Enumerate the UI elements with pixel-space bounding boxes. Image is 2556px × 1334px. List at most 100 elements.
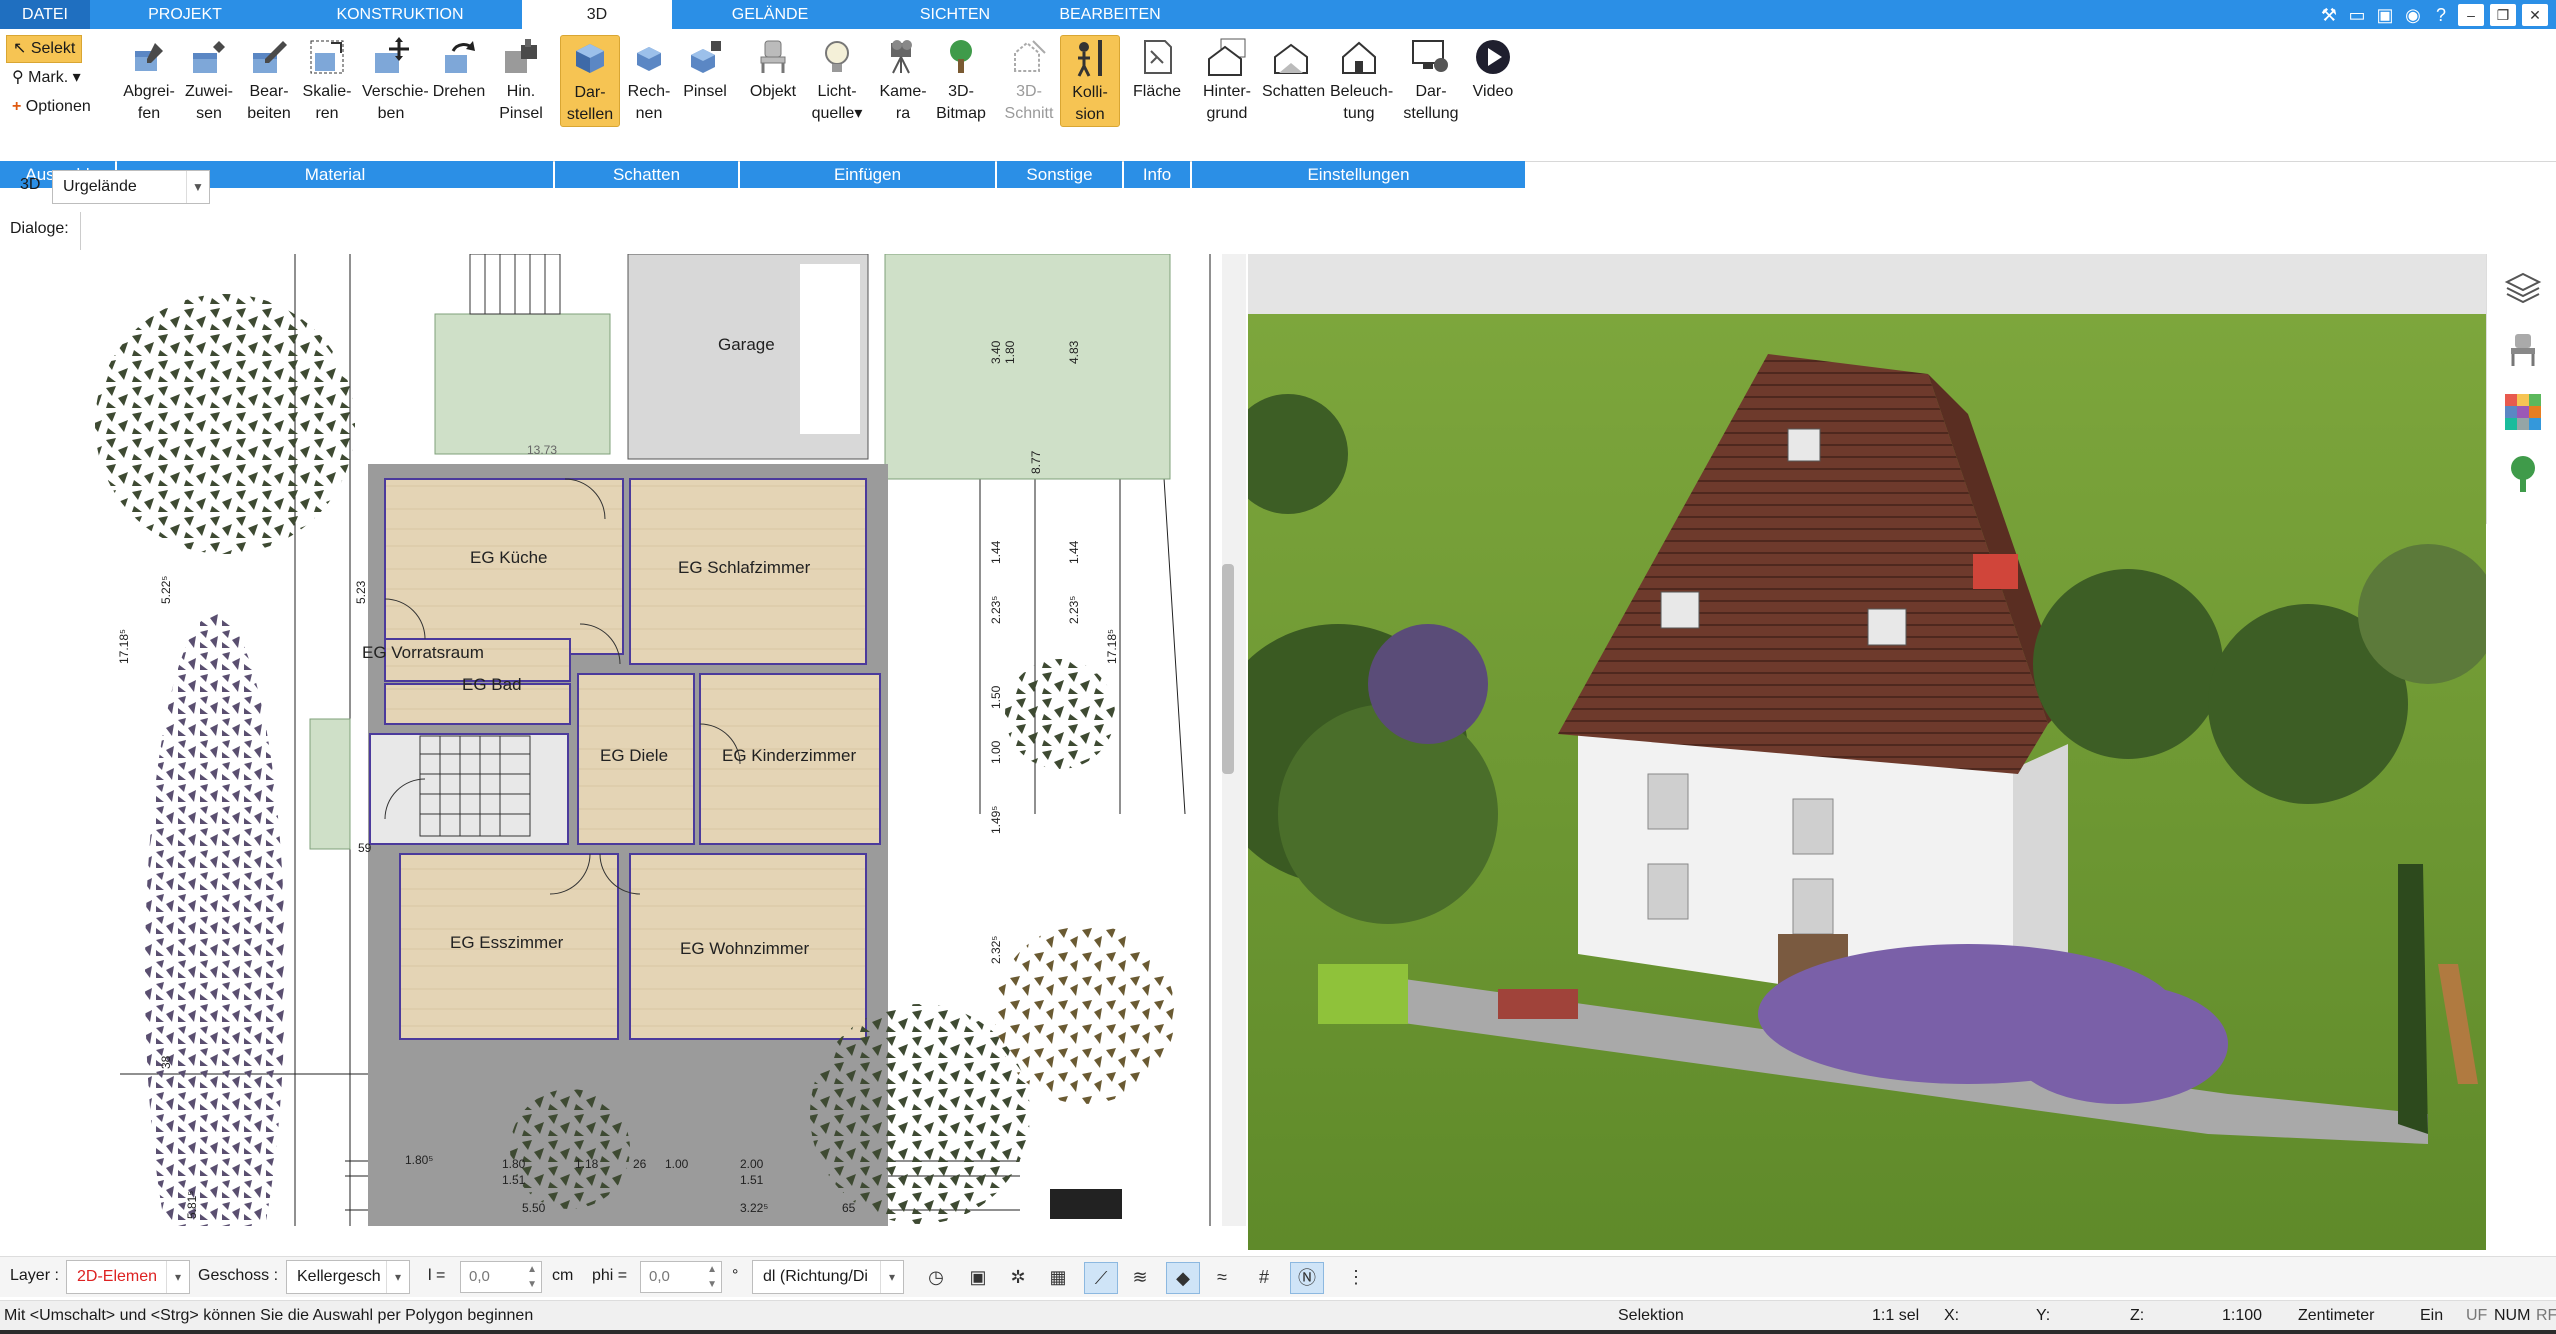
- status-selection: 1:1 sel: [1872, 1307, 1920, 1324]
- zuweisen-button[interactable]: Zuwei-sen: [180, 35, 238, 125]
- plan-vscroll-thumb[interactable]: [1222, 564, 1234, 774]
- svg-text:8.77: 8.77: [1029, 450, 1043, 474]
- snap-line-icon[interactable]: ⟋: [1084, 1262, 1118, 1294]
- monitor-icon[interactable]: ▣: [962, 1262, 994, 1292]
- mark-button[interactable]: ⚲ Mark. ▾: [6, 65, 87, 91]
- layers-icon[interactable]: [2503, 268, 2543, 308]
- garage-door: [800, 264, 860, 434]
- lichtquelle-button[interactable]: Licht-quelle▾: [808, 35, 866, 125]
- brain-icon[interactable]: ✲: [1002, 1262, 1034, 1292]
- svg-text:3.40: 3.40: [989, 340, 1003, 364]
- drehen-button[interactable]: Drehen: [430, 35, 488, 103]
- tools-icon[interactable]: ⚒: [2318, 4, 2340, 26]
- grid-icon[interactable]: #: [1248, 1262, 1280, 1292]
- help-icon[interactable]: ?: [2430, 4, 2452, 26]
- monitor-gear-icon: [1412, 40, 1448, 72]
- degree-unit: °: [732, 1267, 739, 1284]
- collision-icon: [1077, 40, 1102, 77]
- cube-calc-icon: [637, 47, 661, 71]
- label-vorratsraum: EG Vorratsraum: [362, 643, 484, 662]
- plane-icon[interactable]: ◆: [1166, 1262, 1200, 1294]
- layer-select[interactable]: 2D-Elemen ▾: [66, 1260, 190, 1294]
- status-hint: Mit <Umschalt> und <Strg> können Sie die…: [4, 1307, 534, 1324]
- svg-text:26: 26: [633, 1157, 647, 1171]
- 3d-schnitt-button[interactable]: 3D- Schnitt: [1000, 35, 1058, 125]
- schatten-pinsel-button[interactable]: Pinsel: [676, 35, 734, 103]
- north-icon[interactable]: Ⓝ: [1290, 1262, 1324, 1294]
- more-icon[interactable]: ⋮: [1340, 1262, 1372, 1292]
- panel-icon[interactable]: ▣: [2374, 4, 2396, 26]
- 3d-viewport[interactable]: [1248, 254, 2486, 1250]
- selekt-button[interactable]: ↖ Selekt: [6, 35, 83, 63]
- palette-icon[interactable]: ◉: [2402, 4, 2424, 26]
- spinner-arrows-icon[interactable]: ▲ ▼: [527, 1262, 537, 1292]
- schatten-einstellung-button[interactable]: Schatten: [1262, 35, 1325, 103]
- hatch-icon[interactable]: ≋: [1124, 1262, 1156, 1292]
- svg-text:4.83: 4.83: [1067, 340, 1081, 364]
- kamera-button[interactable]: Kame-ra: [874, 35, 932, 125]
- window: [1647, 773, 1689, 830]
- close-button[interactable]: ✕: [2522, 3, 2548, 26]
- abgreifen-button[interactable]: Abgrei-fen: [120, 35, 178, 125]
- floor-plan-canvas[interactable]: EG Küche EG Schlafzimmer EG Vorratsraum …: [0, 254, 1222, 1226]
- ribbon: ↖ Selekt ⚲ Mark. ▾ + Optionen Auswahl Ma…: [0, 29, 2556, 188]
- svg-text:1.00: 1.00: [665, 1157, 689, 1171]
- minimize-button[interactable]: –: [2458, 3, 2484, 26]
- geschoss-select[interactable]: Kellergesch ▾: [286, 1260, 410, 1294]
- svg-text:65: 65: [842, 1201, 856, 1215]
- kollision-button[interactable]: Kolli-sion: [1060, 35, 1120, 127]
- tab-3d[interactable]: 3D: [522, 0, 672, 29]
- tab-gelaende[interactable]: GELÄNDE: [690, 0, 850, 29]
- skalieren-button[interactable]: Skalie-ren: [298, 35, 356, 125]
- tab-konstruktion[interactable]: KONSTRUKTION: [300, 0, 500, 29]
- label-wohnzimmer: EG Wohnzimmer: [680, 939, 809, 958]
- tab-datei[interactable]: DATEI: [0, 0, 90, 29]
- length-unit: cm: [552, 1267, 574, 1284]
- objekt-button[interactable]: Objekt: [744, 35, 802, 103]
- svg-text:1.00: 1.00: [989, 740, 1003, 764]
- length-input[interactable]: 0,0 ▲ ▼: [460, 1261, 542, 1293]
- svg-text:1.44: 1.44: [1067, 540, 1081, 564]
- schatten-darstellen-button[interactable]: Dar-stellen: [560, 35, 620, 127]
- waves-icon[interactable]: ≈: [1206, 1262, 1238, 1292]
- window-layout-icon[interactable]: ▭: [2346, 4, 2368, 26]
- 3d-scene[interactable]: [1248, 254, 2486, 1250]
- svg-text:5.23: 5.23: [354, 580, 368, 604]
- restore-button[interactable]: ❐: [2490, 3, 2516, 26]
- darstellung-button[interactable]: Dar-stellung: [1402, 35, 1460, 125]
- tab-projekt[interactable]: PROJEKT: [110, 0, 260, 29]
- tab-bearbeiten[interactable]: BEARBEITEN: [1035, 0, 1185, 29]
- tree-symbol: [95, 294, 355, 554]
- ribbon-tab-bar: DATEI PROJEKT KONSTRUKTION 3D GELÄNDE SI…: [0, 0, 2556, 29]
- schatten-rechnen-button[interactable]: Rech-nen: [620, 35, 678, 125]
- roof-window: [1787, 428, 1821, 462]
- optionen-button[interactable]: + Optionen: [6, 94, 97, 120]
- tab-sichten[interactable]: SICHTEN: [880, 0, 1030, 29]
- verschieben-button[interactable]: Verschie-ben: [362, 35, 429, 125]
- furniture-icon[interactable]: [2503, 330, 2543, 370]
- video-button[interactable]: Video: [1464, 35, 1522, 103]
- objects-icon[interactable]: ▦: [1042, 1262, 1074, 1292]
- brush-icon: [505, 39, 537, 73]
- materials-icon[interactable]: [2503, 392, 2543, 432]
- clock-icon[interactable]: ◷: [920, 1262, 952, 1292]
- flower-bed: [2008, 984, 2228, 1104]
- chevron-down-icon: ▼: [186, 171, 209, 203]
- edit-material-icon: [253, 41, 287, 73]
- dialoge-label: Dialoge:: [10, 220, 69, 237]
- 3d-bitmap-button[interactable]: 3D- Bitmap: [932, 35, 990, 125]
- hin-pinsel-button[interactable]: Hin. Pinsel: [492, 35, 550, 125]
- phi-input[interactable]: 0,0 ▲ ▼: [640, 1261, 722, 1293]
- direction-select[interactable]: dl (Richtung/Di ▾: [752, 1260, 904, 1294]
- bearbeiten-button[interactable]: Bear-beiten: [240, 35, 298, 125]
- spinner-arrows-icon[interactable]: ▲ ▼: [707, 1262, 717, 1292]
- status-y: Y:: [2036, 1307, 2051, 1324]
- hintergrund-button[interactable]: Hinter-grund: [1198, 35, 1256, 125]
- view-splitter[interactable]: [1222, 254, 1246, 1226]
- floor-plan-view[interactable]: EG Küche EG Schlafzimmer EG Vorratsraum …: [0, 254, 1222, 1226]
- taskbar-edge: [0, 1330, 2556, 1334]
- flaeche-button[interactable]: Fläche: [1128, 35, 1186, 103]
- plants-icon[interactable]: [2503, 454, 2543, 494]
- beleuchtung-button[interactable]: Beleuch-tung: [1330, 35, 1393, 125]
- terrain-select[interactable]: Urgelände ▼: [52, 170, 210, 204]
